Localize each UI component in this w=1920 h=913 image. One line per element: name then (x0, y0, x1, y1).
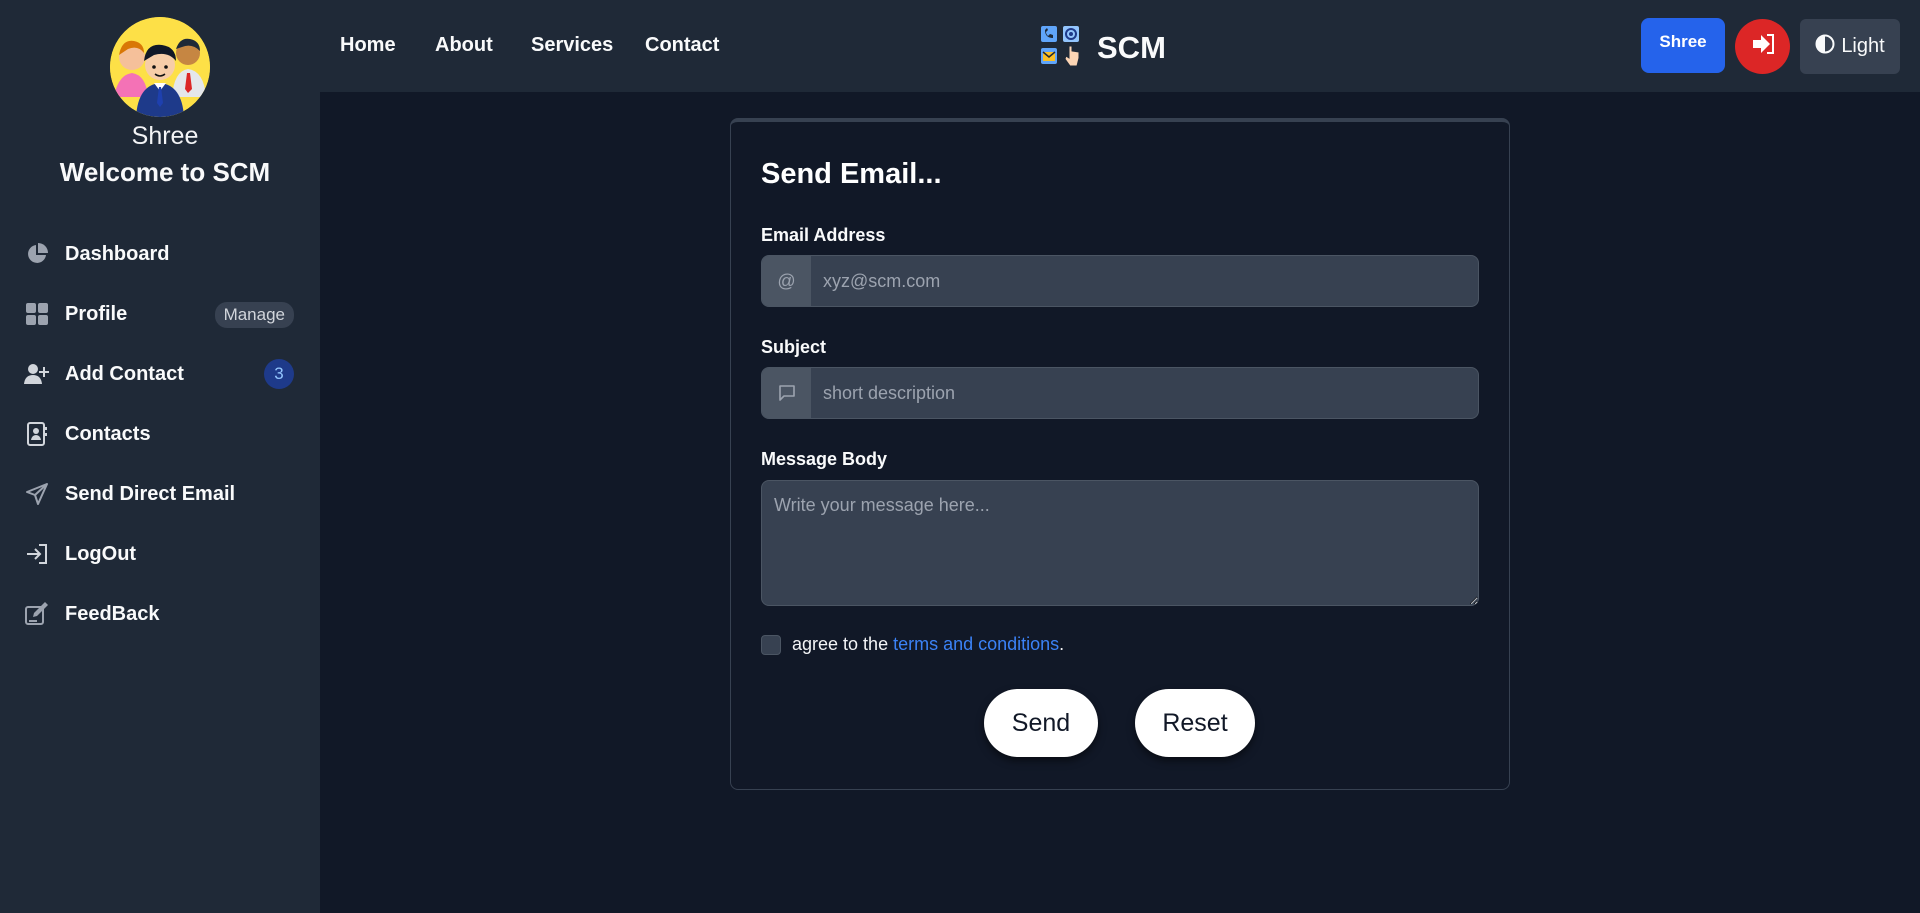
avatar (110, 17, 210, 117)
message-textarea[interactable] (761, 480, 1479, 606)
contact-count-badge: 3 (264, 359, 294, 389)
avatar-illustration (110, 17, 210, 117)
sidebar-item-label: Send Direct Email (65, 482, 236, 505)
pie-chart-icon (22, 239, 52, 269)
reset-button[interactable]: Reset (1135, 689, 1255, 757)
welcome-text: Welcome to SCM (59, 157, 271, 187)
nav-link-about[interactable]: About (435, 34, 493, 57)
email-label: Email Address (761, 225, 886, 245)
nav-link-services[interactable]: Services (531, 34, 613, 57)
scm-logo-icon (1039, 24, 1081, 71)
paper-plane-icon (22, 479, 52, 509)
sidebar-item-dashboard[interactable]: Dashboard (22, 234, 298, 274)
sidebar-item-label: Contacts (65, 422, 151, 445)
sidebar-item-contacts[interactable]: Contacts (22, 414, 298, 454)
email-input[interactable] (811, 256, 1478, 306)
sidebar-item-label: LogOut (65, 542, 137, 565)
terms-agreement: agree to the terms and conditions. (761, 634, 1064, 655)
email-input-group: @ (761, 255, 1479, 307)
send-button[interactable]: Send (984, 689, 1098, 757)
nav-link-home[interactable]: Home (340, 34, 396, 57)
sidebar-item-label: Profile (65, 302, 128, 325)
form-title: Send Email... (761, 158, 942, 190)
grid-icon (22, 299, 52, 329)
message-square-icon (762, 368, 811, 418)
user-plus-icon (22, 359, 52, 389)
at-sign-icon: @ (762, 256, 811, 306)
send-email-card: Send Email... Email Address @ Subject Me… (730, 118, 1510, 790)
sidebar-item-feedback[interactable]: FeedBack (22, 594, 298, 634)
logout-button[interactable] (1735, 19, 1790, 74)
sidebar-item-profile[interactable]: Profile Manage (22, 294, 298, 334)
manage-badge: Manage (214, 302, 294, 328)
sign-in-icon (22, 539, 52, 569)
user-name: Shree (131, 122, 199, 150)
subject-label: Subject (761, 337, 827, 357)
subject-input-group (761, 367, 1479, 419)
agree-text: agree to the (792, 634, 889, 654)
edit-icon (22, 599, 52, 629)
user-button[interactable]: Shree (1641, 18, 1725, 73)
subject-input[interactable] (811, 368, 1478, 418)
agree-suffix: . (1059, 634, 1065, 654)
terms-checkbox[interactable] (761, 634, 781, 655)
sidebar-item-label: FeedBack (65, 602, 160, 625)
terms-link[interactable]: terms and conditions (893, 634, 1059, 655)
sidebar-item-label: Dashboard (65, 242, 170, 265)
sidebar: Shree Welcome to SCM Dashboard Profile M… (0, 0, 320, 913)
sidebar-item-send-direct-email[interactable]: Send Direct Email (22, 474, 298, 514)
theme-label: Light (1841, 35, 1885, 57)
half-circle-icon (1815, 34, 1835, 60)
nav-link-contact[interactable]: Contact (645, 34, 719, 57)
brand[interactable]: SCM (1039, 24, 1166, 71)
sidebar-item-label: Add Contact (65, 362, 184, 385)
sign-out-icon (1752, 34, 1774, 59)
sidebar-item-add-contact[interactable]: Add Contact 3 (22, 354, 298, 394)
theme-toggle-button[interactable]: Light (1800, 19, 1900, 74)
brand-name: SCM (1097, 29, 1166, 65)
sidebar-item-logout[interactable]: LogOut (22, 534, 298, 574)
address-book-icon (22, 419, 52, 449)
top-navbar: Home About Services Contact SCM Shree Li… (320, 0, 1920, 92)
message-label: Message Body (761, 449, 888, 469)
